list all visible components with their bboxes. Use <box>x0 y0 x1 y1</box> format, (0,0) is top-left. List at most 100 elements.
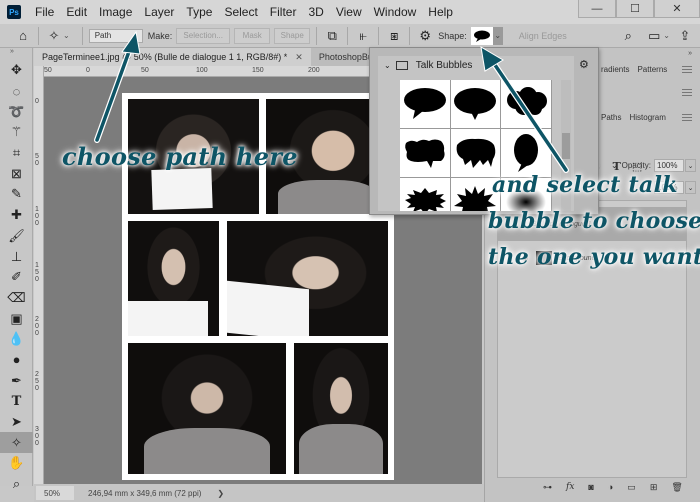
tool-mode-select[interactable]: Path ⌄ <box>88 28 143 43</box>
new-layer-icon[interactable]: ⊞ <box>650 482 658 493</box>
make-selection-button[interactable]: Selection... <box>176 27 231 44</box>
fill-dropdown[interactable]: ⌄ <box>685 181 696 194</box>
tab-histogram[interactable]: Histogram <box>629 113 665 122</box>
align-edges-checkbox-label[interactable]: Align Edges <box>519 31 567 41</box>
workspace-icon[interactable]: ▭ <box>645 27 663 45</box>
opacity-control: ⌄ Opacity: 100% ⌄ <box>611 159 696 172</box>
path-selection-tool-icon[interactable]: ➤ <box>0 412 33 433</box>
menu-file[interactable]: File <box>29 5 60 19</box>
opacity-dropdown[interactable]: ⌄ <box>685 159 696 172</box>
marquee-tool-icon[interactable]: ◌ <box>0 81 33 102</box>
panel-menu-icon[interactable] <box>682 89 692 96</box>
menu-bar: Ps File Edit Image Layer Type Select Fil… <box>0 0 700 24</box>
speech-bubble-icon <box>473 30 490 42</box>
shape-wavy-rect-bubble[interactable] <box>400 129 450 177</box>
menu-select[interactable]: Select <box>218 5 263 19</box>
minimize-button[interactable]: — <box>578 0 616 18</box>
panel-menu-icon[interactable] <box>682 114 692 121</box>
annotation-line-1: and select talk <box>492 172 678 198</box>
close-button[interactable]: ✕ <box>654 0 700 18</box>
eyedropper-tool-icon[interactable]: ✎ <box>0 184 33 205</box>
shape-oval-bubble-tail-center[interactable] <box>450 80 500 128</box>
shape-dropdown-toggle[interactable]: ⌄ <box>492 26 503 45</box>
zoom-tool-icon[interactable]: ⌕ <box>0 474 33 495</box>
opacity-input[interactable]: 100% <box>654 159 684 172</box>
expand-panels-icon[interactable]: » <box>688 50 692 57</box>
ruler-tick: 50 <box>44 67 52 74</box>
blend-mode-chevron-icon[interactable]: ⌄ <box>611 161 618 170</box>
custom-shape-tool-icon[interactable]: ✧ <box>45 27 63 45</box>
settings-gear-icon[interactable]: ⚙ <box>416 27 434 45</box>
tool-preset-chevron-icon[interactable]: ⌄ <box>63 31 70 40</box>
path-alignment-icon[interactable]: ⫦ <box>354 27 372 45</box>
vertical-ruler: 0 50 100 150 200 250 300 <box>34 66 44 484</box>
magic-wand-tool-icon[interactable]: ⚚ <box>0 122 33 143</box>
window-controls: — ☐ ✕ <box>578 0 700 24</box>
gradient-tool-icon[interactable]: ▣ <box>0 308 33 329</box>
clone-stamp-tool-icon[interactable]: ⊥ <box>0 246 33 267</box>
shape-cloud-bubble[interactable] <box>501 80 551 128</box>
divider <box>409 26 411 45</box>
shape-group-header[interactable]: ⌄ Talk Bubbles <box>378 56 574 74</box>
menu-image[interactable]: Image <box>93 5 138 19</box>
scrollbar-thumb[interactable] <box>562 133 570 159</box>
maximize-button[interactable]: ☐ <box>616 0 654 18</box>
tab-pageterminee[interactable]: PageTerminee1.jpg @ 50% (Bulle de dialog… <box>34 48 311 66</box>
menu-view[interactable]: View <box>330 5 368 19</box>
chevron-down-icon[interactable]: ⌄ <box>384 61 391 70</box>
make-label: Make: <box>147 30 173 41</box>
picker-settings-gear-icon[interactable]: ⚙ <box>579 58 589 71</box>
shape-oval-bubble-tail-left[interactable] <box>400 80 450 128</box>
shape-preview-swatch[interactable] <box>470 26 493 45</box>
shape-spiky-burst-flat[interactable] <box>400 178 450 211</box>
menu-window[interactable]: Window <box>368 5 423 19</box>
home-icon[interactable]: ⌂ <box>14 27 32 45</box>
history-brush-tool-icon[interactable]: ✐ <box>0 267 33 288</box>
zoom-level-field[interactable]: 50% <box>36 486 74 500</box>
brush-tool-icon[interactable]: 🖌 <box>0 226 33 247</box>
workspace-chevron-icon[interactable]: ⌄ <box>663 31 670 40</box>
tab-patterns[interactable]: Patterns <box>637 65 667 74</box>
type-tool-icon[interactable]: T <box>0 391 33 412</box>
link-layers-icon[interactable]: ⊶ <box>543 482 552 493</box>
layer-style-fx-icon[interactable]: fx <box>566 482 574 493</box>
status-menu-arrow-icon[interactable]: ❯ <box>217 489 224 498</box>
custom-shape-tool-icon[interactable]: ✧ <box>0 432 33 454</box>
blur-tool-icon[interactable]: 💧 <box>0 329 33 350</box>
dodge-tool-icon[interactable]: ● <box>0 350 33 371</box>
search-icon[interactable]: ⌕ <box>619 27 637 45</box>
menu-type[interactable]: Type <box>180 5 218 19</box>
make-mask-button[interactable]: Mask <box>234 27 271 44</box>
move-tool-icon[interactable]: ✥ <box>0 60 33 81</box>
pen-tool-icon[interactable]: ✒ <box>0 370 33 391</box>
tab-paths[interactable]: Paths <box>601 113 621 122</box>
menu-help[interactable]: Help <box>422 5 459 19</box>
shape-drip-bubble[interactable] <box>450 129 500 177</box>
frame-tool-icon[interactable]: ⊠ <box>0 163 33 184</box>
share-icon[interactable]: ⇪ <box>676 27 694 45</box>
tab-gradients[interactable]: radients <box>601 65 629 74</box>
annotation-line-2: bubble to choose <box>488 208 700 234</box>
panel-menu-icon[interactable] <box>682 66 692 73</box>
make-shape-button[interactable]: Shape <box>274 27 311 44</box>
menu-filter[interactable]: Filter <box>264 5 303 19</box>
eraser-tool-icon[interactable]: ⌫ <box>0 288 33 309</box>
adjustment-layer-icon[interactable]: ◑ <box>608 482 613 493</box>
menu-layer[interactable]: Layer <box>138 5 180 19</box>
close-tab-icon[interactable]: ✕ <box>295 52 303 63</box>
menu-3d[interactable]: 3D <box>302 5 329 19</box>
ruler-tick: 0 <box>86 67 90 74</box>
hand-tool-icon[interactable]: ✋ <box>0 453 33 474</box>
lasso-tool-icon[interactable]: ➰ <box>0 101 33 122</box>
healing-brush-tool-icon[interactable]: ✚ <box>0 205 33 226</box>
delete-layer-icon[interactable]: 🗑︎ <box>671 482 682 493</box>
new-group-icon[interactable]: ▭ <box>627 482 636 493</box>
photo-girl-laughing-paper <box>227 221 388 336</box>
crop-tool-icon[interactable]: ⌗ <box>0 143 33 164</box>
menu-edit[interactable]: Edit <box>60 5 93 19</box>
add-mask-icon[interactable]: ◙ <box>588 482 593 493</box>
path-arrangement-icon[interactable]: ⧆ <box>385 27 403 45</box>
path-operations-icon[interactable]: ⧉ <box>323 27 341 45</box>
collapse-toolbar-icon[interactable]: » <box>0 48 32 60</box>
shape-tall-oval-bubble[interactable] <box>501 129 551 177</box>
